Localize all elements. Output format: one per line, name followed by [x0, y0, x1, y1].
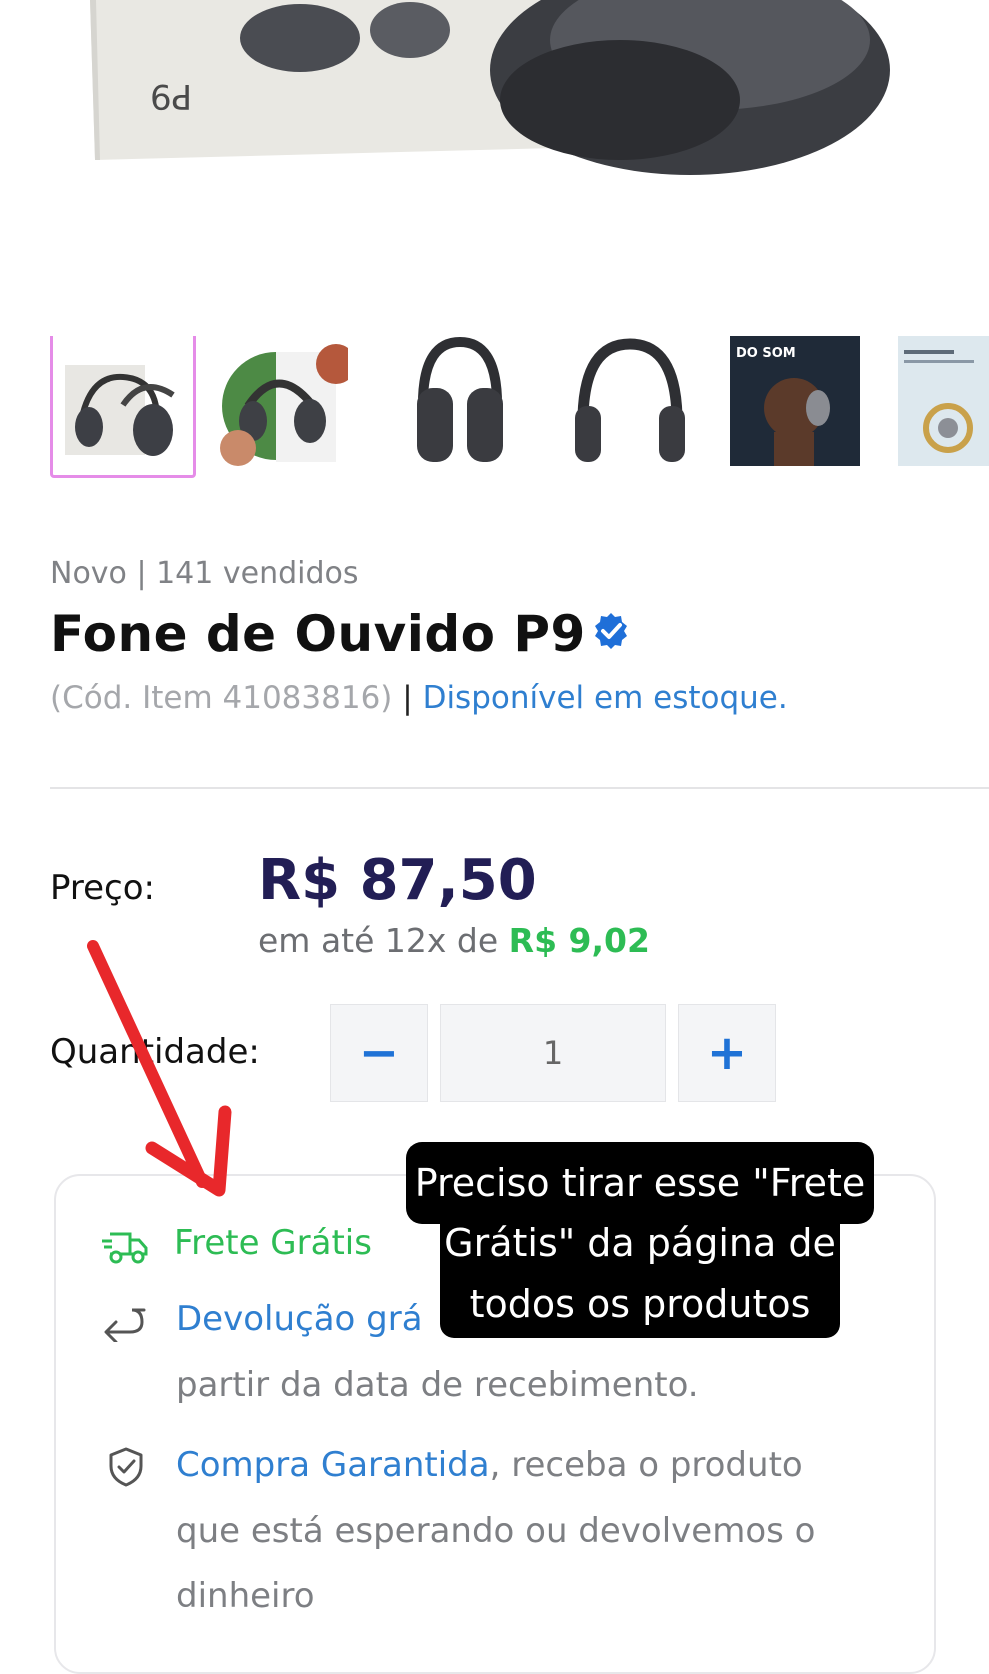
divider	[50, 787, 989, 789]
return-arrow-icon	[104, 1308, 146, 1342]
separator: |	[402, 680, 413, 716]
free-shipping-text: Frete Grátis	[174, 1223, 372, 1263]
thumbnail-4[interactable]	[565, 336, 695, 466]
installments-prefix: em até 12x de	[258, 921, 499, 960]
product-title: Fone de Ouvido P9	[50, 605, 586, 663]
quantity-input[interactable]: 1	[440, 1004, 666, 1102]
stock-status-link[interactable]: Disponível em estoque.	[423, 680, 788, 716]
quantity-increase-button[interactable]: +	[678, 1004, 776, 1102]
guarantee-text-1: , receba o produto	[489, 1445, 803, 1485]
guarantee-line-2: que está esperando ou devolvemos o	[176, 1511, 816, 1551]
plus-icon: +	[706, 1025, 748, 1081]
thumbnail-3[interactable]	[395, 336, 525, 466]
thumbnail-2[interactable]	[218, 336, 348, 466]
product-condition-sales: Novo | 141 vendidos	[50, 556, 359, 591]
shield-check-icon	[109, 1447, 143, 1487]
guarantee-line-3: dinheiro	[176, 1576, 315, 1616]
installments-value: R$ 9,02	[508, 921, 650, 960]
item-code: (Cód. Item 41083816)	[50, 680, 393, 716]
free-returns-link[interactable]: Devolução grá	[176, 1286, 423, 1352]
thumbnail-5[interactable]: DO SOM	[730, 336, 860, 466]
thumbnail-1[interactable]	[50, 336, 196, 478]
guarantee-link[interactable]: Compra Garantida	[176, 1445, 490, 1485]
product-main-image[interactable]: P9	[0, 0, 989, 300]
thumbnail-strip: DO SOM	[50, 336, 989, 484]
quantity-label: Quantidade:	[50, 1032, 260, 1072]
box-model-label: P9	[150, 76, 193, 116]
thumbnail-caption: DO SOM	[736, 346, 796, 361]
free-returns-text: partir da data de recebimento.	[176, 1365, 699, 1405]
thumbnail-6[interactable]	[898, 336, 989, 466]
quantity-decrease-button[interactable]: −	[330, 1004, 428, 1102]
quantity-value: 1	[542, 1034, 564, 1072]
verified-check-icon	[592, 612, 630, 650]
installments-info: em até 12x de R$ 9,02	[258, 921, 650, 960]
annotation-line-2: Grátis" da página de	[440, 1210, 840, 1276]
truck-icon	[102, 1232, 148, 1264]
product-code-line: (Cód. Item 41083816) | Disponível em est…	[50, 680, 788, 716]
annotation-line-3: todos os produtos	[440, 1272, 840, 1338]
guarantee-line-1: Compra Garantida, receba o produto	[176, 1432, 803, 1498]
price-label: Preço:	[50, 868, 156, 908]
minus-icon: −	[358, 1025, 400, 1081]
product-price: R$ 87,50	[258, 848, 537, 913]
